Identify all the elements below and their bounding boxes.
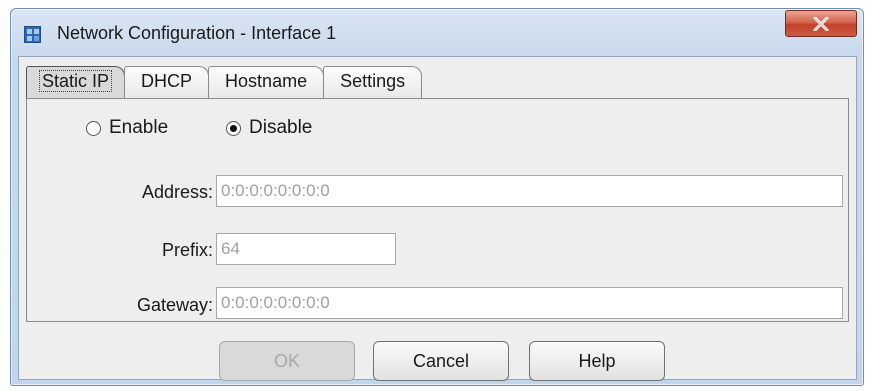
disable-radio-option[interactable]: Disable — [226, 117, 312, 139]
dialog-body: Static IP DHCP Hostname Settings Enable … — [18, 56, 857, 381]
tab-dhcp-label: DHCP — [141, 71, 193, 91]
help-button[interactable]: Help — [529, 341, 665, 381]
enable-radio[interactable] — [86, 120, 101, 136]
enable-radio-label: Enable — [109, 117, 169, 138]
ok-button[interactable]: OK — [219, 341, 355, 381]
disable-radio-label: Disable — [249, 117, 313, 138]
prefix-field[interactable]: 64 — [216, 233, 396, 265]
disable-radio[interactable] — [226, 120, 241, 136]
address-label: Address: — [141, 182, 213, 202]
static-ip-panel: Enable Disable Address: 0:0:0:0:0:0:0:0 … — [26, 98, 849, 322]
tab-strip: Static IP DHCP Hostname Settings — [26, 66, 423, 99]
network-config-icon — [24, 26, 41, 43]
close-icon — [813, 16, 829, 31]
close-button[interactable] — [785, 10, 857, 37]
gateway-field[interactable]: 0:0:0:0:0:0:0:0 — [216, 287, 843, 319]
prefix-label: Prefix: — [161, 240, 213, 260]
window-title: Network Configuration - Interface 1 — [57, 23, 337, 43]
button-bar: OK Cancel Help — [19, 330, 856, 381]
network-configuration-dialog: Network Configuration - Interface 1 Stat… — [10, 8, 864, 386]
tab-dhcp[interactable]: DHCP — [124, 66, 210, 99]
tab-static-ip-label: Static IP — [39, 70, 113, 92]
title-bar[interactable]: Network Configuration - Interface 1 — [11, 9, 863, 55]
tab-settings-label: Settings — [340, 71, 406, 91]
tab-hostname-label: Hostname — [225, 71, 308, 91]
cancel-button[interactable]: Cancel — [373, 341, 509, 381]
address-field[interactable]: 0:0:0:0:0:0:0:0 — [216, 175, 843, 207]
tab-hostname[interactable]: Hostname — [208, 66, 325, 99]
enable-radio-option[interactable]: Enable — [86, 117, 168, 139]
tab-static-ip[interactable]: Static IP — [26, 66, 126, 99]
tab-settings[interactable]: Settings — [323, 66, 423, 99]
gateway-label: Gateway: — [136, 295, 213, 315]
